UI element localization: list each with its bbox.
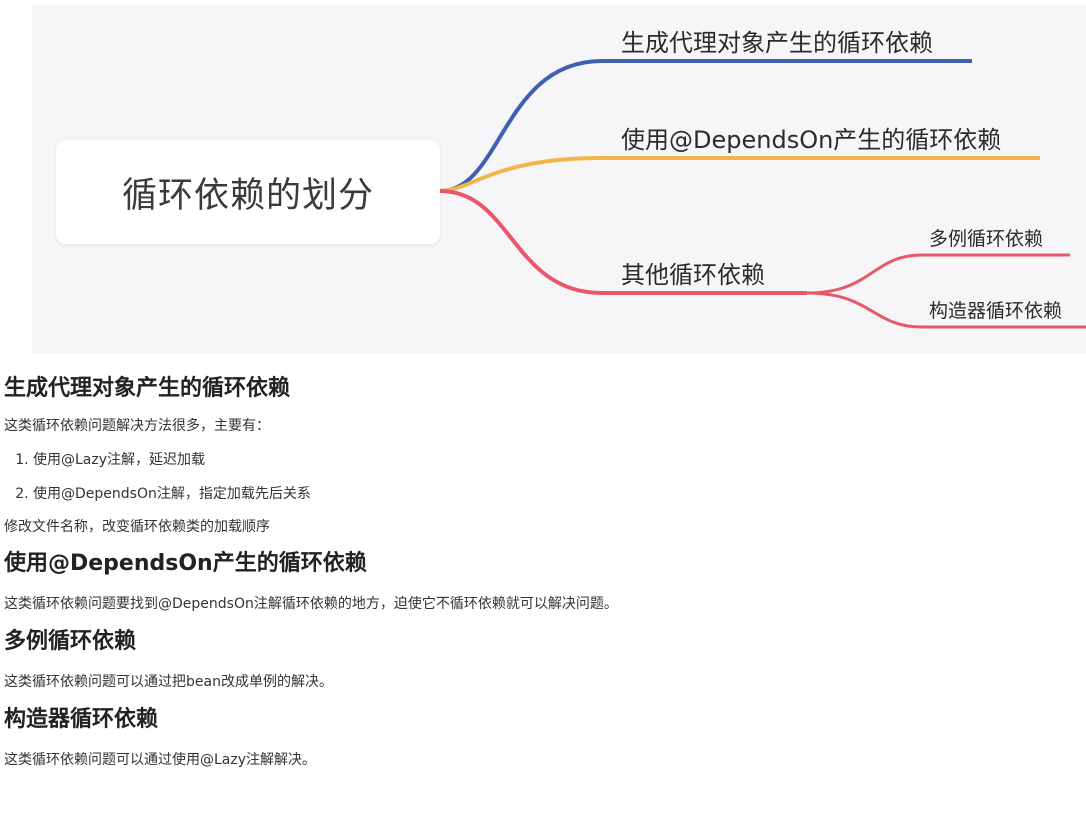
mindmap-leaf-label: 多例循环依赖 — [929, 228, 1044, 250]
mindmap-branch-label: 其他循环依赖 — [621, 261, 765, 289]
list-item: 使用@DependsOn注解，指定加载先后关系 — [33, 483, 1080, 505]
paragraph: 这类循环依赖问题解决方法很多，主要有： — [4, 418, 270, 434]
article-body: 生成代理对象产生的循环依赖 这类循环依赖问题解决方法很多，主要有： 使用@Laz… — [4, 360, 1080, 771]
paragraph: 这类循环依赖问题可以通过使用@Lazy注解解决。 — [4, 752, 317, 768]
paragraph: 这类循环依赖问题要找到@DependsOn注解循环依赖的地方，迫使它不循环依赖就… — [4, 596, 618, 612]
connector-branch-2 — [439, 156, 1040, 193]
list-item: 使用@Lazy注解，延迟加载 — [33, 449, 1080, 471]
mindmap-image: 循环依赖的划分 生成代理对象产生的循环依赖 使用@DependsOn产生的循环依… — [32, 5, 1086, 353]
section-heading: 多例循环依赖 — [4, 629, 137, 654]
mindmap-branch-label: 使用@DependsOn产生的循环依赖 — [621, 126, 1002, 154]
mindmap-branch-label: 生成代理对象产生的循环依赖 — [621, 29, 933, 57]
mindmap-leaf-label: 构造器循环依赖 — [929, 300, 1063, 322]
paragraph: 这类循环依赖问题可以通过把bean改成单例的解决。 — [4, 674, 333, 690]
section-heading: 生成代理对象产生的循环依赖 — [4, 376, 291, 401]
connector-leaf-1 — [806, 253, 1070, 295]
paragraph: 修改文件名称，改变循环依赖类的加载顺序 — [4, 519, 270, 535]
section-heading: 构造器循环依赖 — [4, 707, 159, 732]
section-heading: 使用@DependsOn产生的循环依赖 — [4, 551, 367, 576]
ordered-list: 使用@Lazy注解，延迟加载 使用@DependsOn注解，指定加载先后关系 — [4, 449, 1080, 505]
mindmap-root: 循环依赖的划分 — [56, 140, 440, 244]
